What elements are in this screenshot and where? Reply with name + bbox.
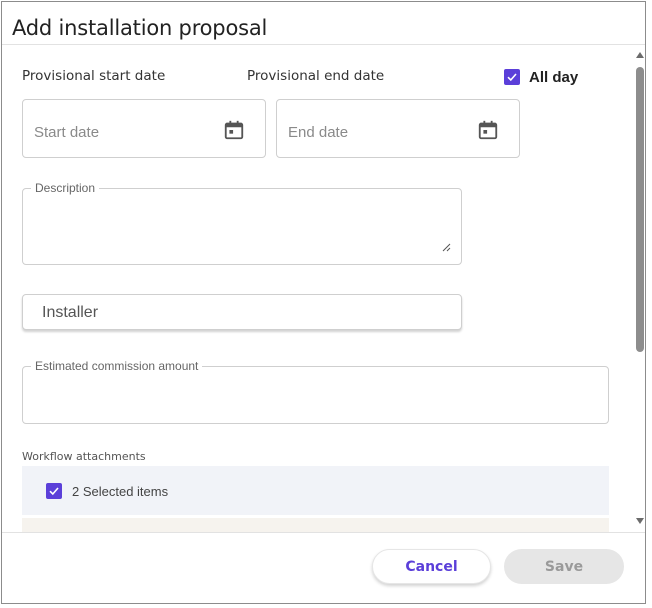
scroll-up-arrow-icon[interactable] (636, 52, 644, 58)
start-date-field[interactable]: Start date (22, 99, 266, 158)
commission-amount-field[interactable]: Estimated commission amount (22, 359, 609, 424)
dialog-title: Add installation proposal (12, 16, 268, 40)
resize-handle-icon[interactable] (441, 242, 451, 252)
save-button[interactable]: Save (504, 549, 624, 584)
description-textarea[interactable]: Description (22, 181, 462, 265)
vertical-scrollbar[interactable] (634, 45, 645, 532)
all-day-checkbox[interactable] (504, 69, 520, 85)
checkmark-icon (507, 73, 517, 82)
cancel-button[interactable]: Cancel (372, 549, 491, 584)
calendar-icon[interactable] (477, 119, 499, 141)
start-date-label: Provisional start date (22, 68, 166, 84)
installer-field[interactable]: Installer (22, 294, 462, 330)
commission-amount-label: Estimated commission amount (31, 359, 203, 373)
select-all-checkbox[interactable] (46, 483, 62, 499)
attachment-list-item[interactable] (22, 518, 609, 532)
end-date-placeholder: End date (288, 124, 349, 141)
checkmark-icon (49, 487, 59, 496)
attachments-select-all-row[interactable]: 2 Selected items (22, 466, 609, 515)
workflow-attachments-label: Workflow attachments (22, 450, 146, 463)
add-installation-proposal-dialog: Add installation proposal Provisional st… (1, 1, 646, 604)
scroll-down-arrow-icon[interactable] (636, 518, 644, 524)
end-date-field[interactable]: End date (276, 99, 520, 158)
installer-placeholder: Installer (42, 304, 99, 321)
scrollbar-thumb[interactable] (636, 67, 644, 352)
description-label: Description (31, 181, 100, 195)
form-scroll-area: Provisional start date Provisional end d… (2, 45, 634, 532)
calendar-icon[interactable] (223, 119, 245, 141)
start-date-placeholder: Start date (34, 124, 100, 141)
end-date-label: Provisional end date (247, 68, 385, 84)
footer-divider (2, 532, 645, 533)
selected-items-count: 2 Selected items (72, 484, 169, 499)
all-day-label[interactable]: All day (529, 69, 578, 86)
